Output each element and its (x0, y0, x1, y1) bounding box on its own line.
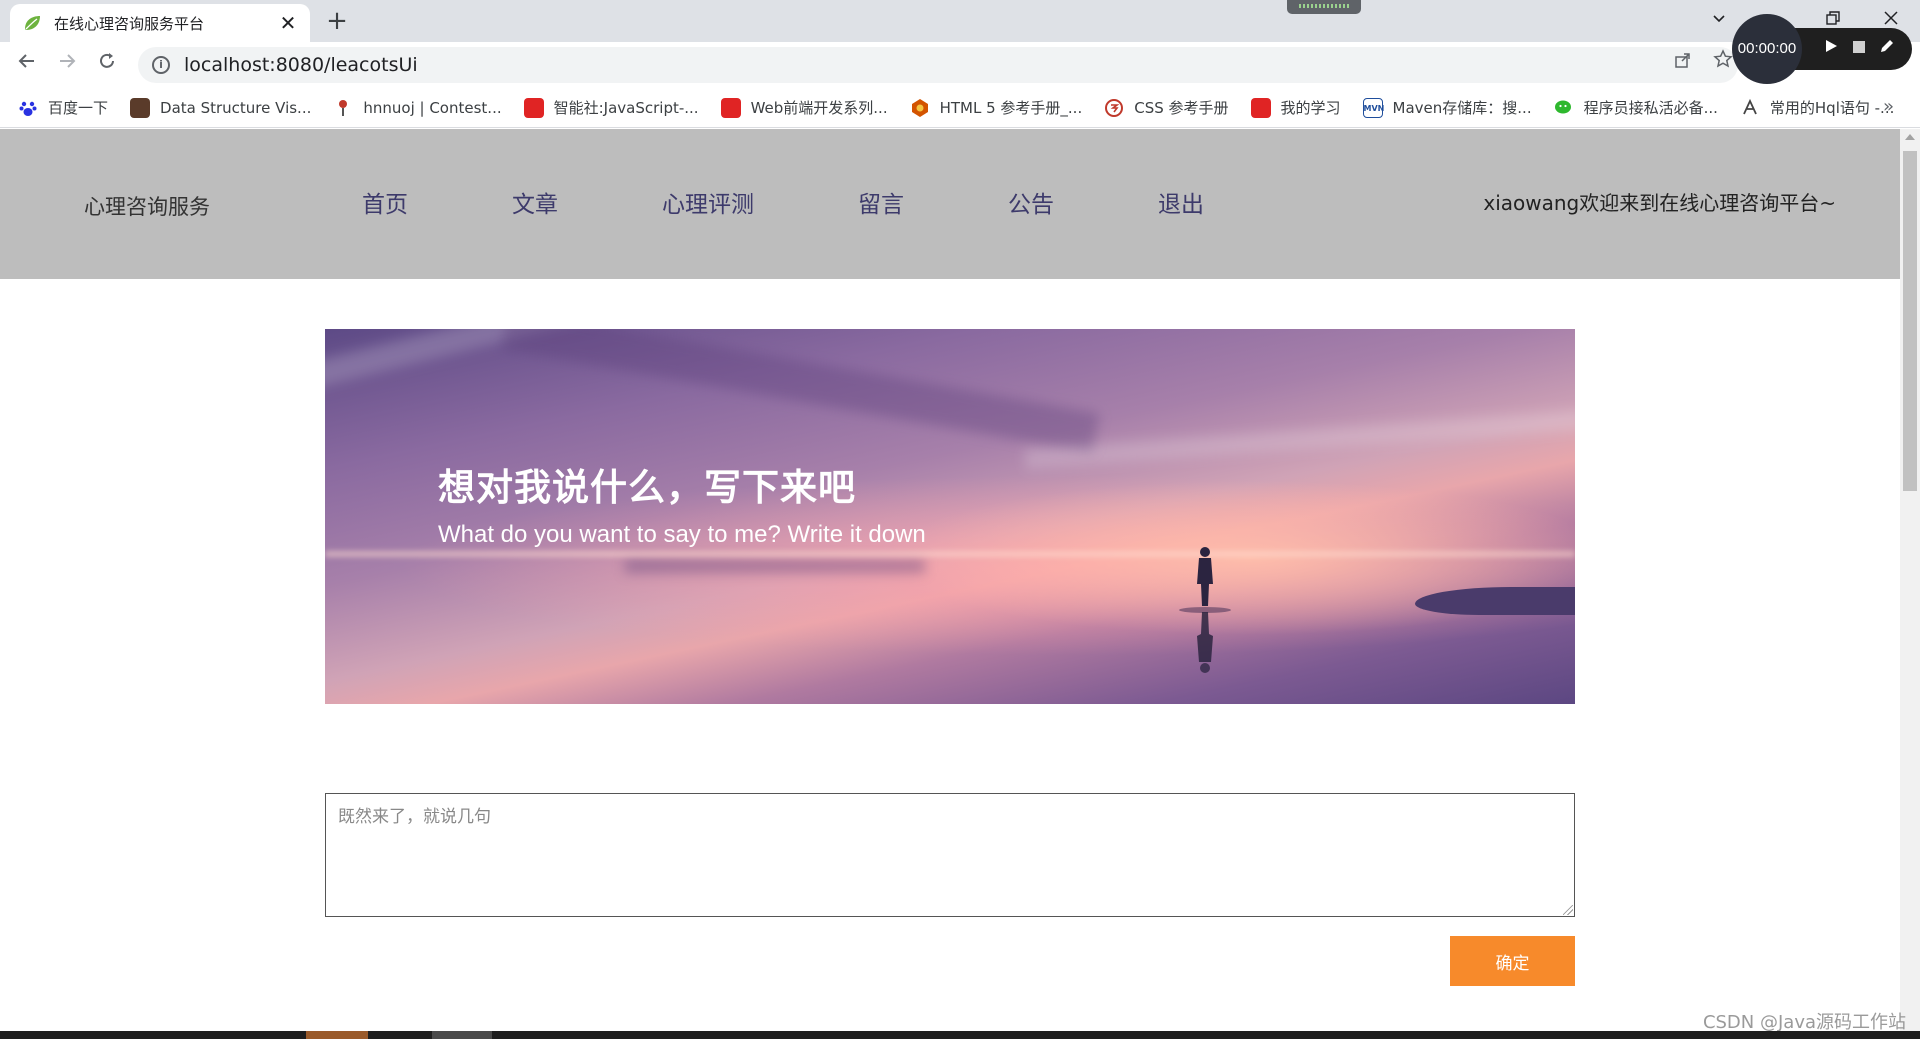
bookmark-item[interactable]: 程序员接私活必备... (1554, 97, 1718, 118)
wechat-icon (1554, 98, 1574, 118)
taskbar-item[interactable] (306, 1031, 368, 1039)
cloud-streak (1024, 409, 1575, 469)
person-silhouette-icon (1179, 547, 1231, 673)
recorder-timer: 00:00:00 (1732, 14, 1802, 84)
audio-indicator-icon (1287, 0, 1361, 14)
play-icon[interactable] (1820, 38, 1842, 60)
info-icon[interactable]: i (152, 56, 170, 74)
css-icon (1104, 98, 1124, 118)
cloud-streak (501, 329, 1100, 453)
bookmark-favicon (1740, 98, 1760, 118)
bookmark-item[interactable]: Data Structure Vis... (130, 97, 311, 118)
nav-articles[interactable]: 文章 (512, 185, 662, 219)
tab-title: 在线心理咨询服务平台 (54, 14, 205, 33)
pen-icon[interactable] (1876, 38, 1898, 60)
nav-messages[interactable]: 留言 (858, 185, 1008, 219)
scrollbar-thumb[interactable] (1903, 151, 1917, 491)
screen-recorder-widget: 00:00:00 (1732, 14, 1912, 84)
close-tab-icon[interactable]: ✕ (278, 13, 298, 33)
distant-island (1415, 587, 1575, 615)
forward-arrow-icon[interactable] (52, 50, 82, 80)
reload-icon[interactable] (92, 50, 122, 80)
nav-announcements[interactable]: 公告 (1008, 185, 1158, 219)
bookmark-item[interactable]: Web前端开发系列... (720, 97, 888, 118)
leaf-icon (22, 13, 42, 33)
taskbar-item[interactable] (432, 1031, 492, 1039)
horizon-glow (325, 551, 1575, 557)
stop-icon[interactable] (1848, 38, 1870, 60)
banner-subtitle: What do you want to say to me? Write it … (438, 521, 926, 548)
site-header: 心理咨询服务 首页 文章 心理评测 留言 公告 退出 xiaowang欢迎来到在… (0, 129, 1900, 279)
browser-tab-active[interactable]: 在线心理咨询服务平台 ✕ (10, 4, 310, 42)
confirm-button[interactable]: 确定 (1450, 936, 1575, 986)
browser-toolbar: i localhost:8080/leacotsUi (0, 42, 1920, 88)
address-url: localhost:8080/leacotsUi (184, 54, 418, 76)
book-icon (720, 97, 741, 118)
back-arrow-icon[interactable] (12, 50, 42, 80)
message-textarea[interactable] (325, 793, 1575, 917)
bookmarks-bar: 百度一下 Data Structure Vis... hnnuoj | Cont… (0, 88, 1920, 128)
book-icon (1250, 97, 1271, 118)
bookmark-item[interactable]: CSS 参考手册 (1104, 97, 1229, 118)
nav-logout[interactable]: 退出 (1158, 185, 1308, 219)
nav-psych-test[interactable]: 心理评测 (662, 185, 858, 219)
page-scrollbar[interactable] (1900, 129, 1920, 1031)
scroll-up-icon[interactable] (1905, 134, 1915, 140)
tab-search-icon[interactable] (1704, 6, 1734, 36)
bookmark-item[interactable]: hnnuoj | Contest... (333, 98, 502, 118)
main-nav: 首页 文章 心理评测 留言 公告 退出 (362, 185, 1308, 219)
welcome-message: xiaowang欢迎来到在线心理咨询平台~ (1483, 191, 1836, 215)
address-bar[interactable]: i localhost:8080/leacotsUi (138, 47, 1738, 83)
w3school-icon (910, 98, 930, 118)
banner-title: 想对我说什么，写下来吧 (438, 466, 856, 509)
site-brand[interactable]: 心理咨询服务 (84, 191, 210, 221)
bookmark-favicon (130, 97, 151, 118)
maven-icon: MVN (1362, 97, 1384, 118)
taskbar-strip (0, 1031, 1920, 1039)
cloud-streak (625, 559, 925, 573)
nav-home[interactable]: 首页 (362, 185, 512, 219)
bookmark-item[interactable]: 我的学习 (1250, 97, 1341, 118)
book-icon (523, 97, 544, 118)
message-banner-image: 想对我说什么，写下来吧 What do you want to say to m… (325, 329, 1575, 704)
more-bookmarks-icon[interactable]: » (1883, 96, 1894, 117)
page-viewport: 心理咨询服务 首页 文章 心理评测 留言 公告 退出 xiaowang欢迎来到在… (0, 129, 1900, 1031)
bookmark-item[interactable]: 智能社:JavaScript-... (523, 97, 699, 118)
bookmark-item[interactable]: MVN Maven存储库：搜... (1362, 97, 1532, 118)
pin-icon (333, 98, 353, 118)
new-tab-button[interactable]: + (324, 8, 350, 34)
bookmark-item[interactable]: HTML 5 参考手册_... (910, 97, 1082, 118)
baidu-paw-icon (18, 98, 38, 118)
bookmark-item[interactable]: 常用的Hql语句 -... (1740, 97, 1894, 118)
browser-tabstrip: 在线心理咨询服务平台 ✕ + (0, 0, 1920, 42)
bookmark-item[interactable]: 百度一下 (18, 97, 108, 118)
resize-grip-icon[interactable] (1563, 905, 1573, 915)
share-icon[interactable] (1668, 48, 1698, 78)
